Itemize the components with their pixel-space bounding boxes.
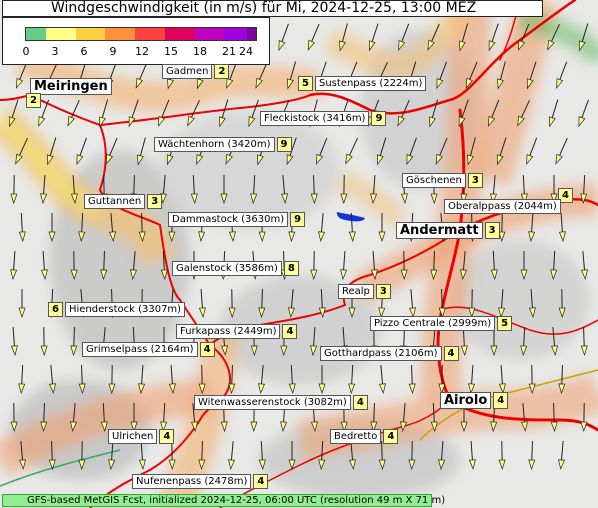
map-title: Windgeschwindigkeit (in m/s) für Mi, 202…: [2, 0, 543, 17]
legend-tick-label: 9: [109, 45, 117, 58]
legend-tick-label: 21: [222, 45, 236, 58]
place-label-fleckistock[interactable]: Fleckistock (3416m) 9: [260, 111, 387, 126]
legend-color-bar: [25, 27, 257, 41]
forecast-footer: GFS-based MetGIS Fcst, initialized 2024-…: [2, 494, 445, 507]
legend-tick-label: 12: [135, 45, 149, 58]
legend-tick-label: 24: [239, 45, 253, 58]
wind-map: Windgeschwindigkeit (in m/s) für Mi, 202…: [0, 0, 598, 508]
legend-segment: [194, 28, 225, 40]
place-label-sustenpass[interactable]: Sustenpass (2224m) 5: [298, 76, 427, 91]
legend-tick-label: 6: [80, 45, 88, 58]
place-label-guttannen[interactable]: Guttannen 3: [84, 194, 163, 209]
place-label-hienderstock[interactable]: Hienderstock (3307m) 6: [48, 302, 186, 317]
legend-segment: [75, 28, 106, 40]
place-label-witenwasserenstock[interactable]: Witenwasserenstock (3082m) 4: [194, 395, 368, 410]
legend-segment: [164, 28, 195, 40]
legend-segment: [247, 28, 256, 40]
place-label-nufenenpass[interactable]: Nufenenpass (2478m) 4: [132, 474, 269, 489]
place-label-goeschenen[interactable]: Göschenen 3: [402, 173, 483, 188]
place-label-galenstock[interactable]: Galenstock (3586m) 8: [172, 261, 299, 276]
place-label-airolo[interactable]: Airolo 4: [440, 392, 509, 409]
legend-segment: [135, 28, 165, 40]
place-label-dammastock[interactable]: Dammastock (3630m) 9: [168, 212, 306, 227]
legend-segment: [105, 28, 136, 40]
place-label-meiringen[interactable]: Meiringen: [30, 78, 112, 95]
place-label-grimselpass[interactable]: Grimselpass (2164m) 4: [82, 342, 215, 357]
place-label-ulrichen[interactable]: Ulrichen 4: [108, 429, 175, 444]
legend-segment: [45, 28, 76, 40]
legend-tick-label: 15: [164, 45, 178, 58]
place-label-waechtenhorn[interactable]: Wächtenhorn (3420m) 9: [154, 137, 292, 152]
legend-tick-label: 3: [51, 45, 59, 58]
place-label-furkapass[interactable]: Furkapass (2449m) 4: [176, 324, 298, 339]
place-label-oberalppass[interactable]: Oberalppass (2044m): [444, 199, 561, 214]
place-label-gadmen[interactable]: Gadmen 2: [162, 64, 230, 79]
place-label-andermatt[interactable]: Andermatt 3: [396, 222, 500, 239]
legend-segment: [26, 28, 46, 40]
legend: 0 3 6 9 12 15 18 21 24: [2, 17, 270, 65]
legend-tick-label: 0: [22, 45, 30, 58]
place-label-bedretto[interactable]: Bedretto 4: [330, 429, 399, 444]
place-value-meiringen: 2: [26, 93, 41, 108]
place-label-realp[interactable]: Realp 3: [338, 284, 391, 299]
legend-tick-label: 18: [193, 45, 207, 58]
place-label-pizzo-centrale[interactable]: Pizzo Centrale (2999m) 5: [370, 316, 513, 331]
legend-segment: [224, 28, 248, 40]
place-label-gotthardpass[interactable]: Gotthardpass (2106m) 4: [320, 346, 459, 361]
